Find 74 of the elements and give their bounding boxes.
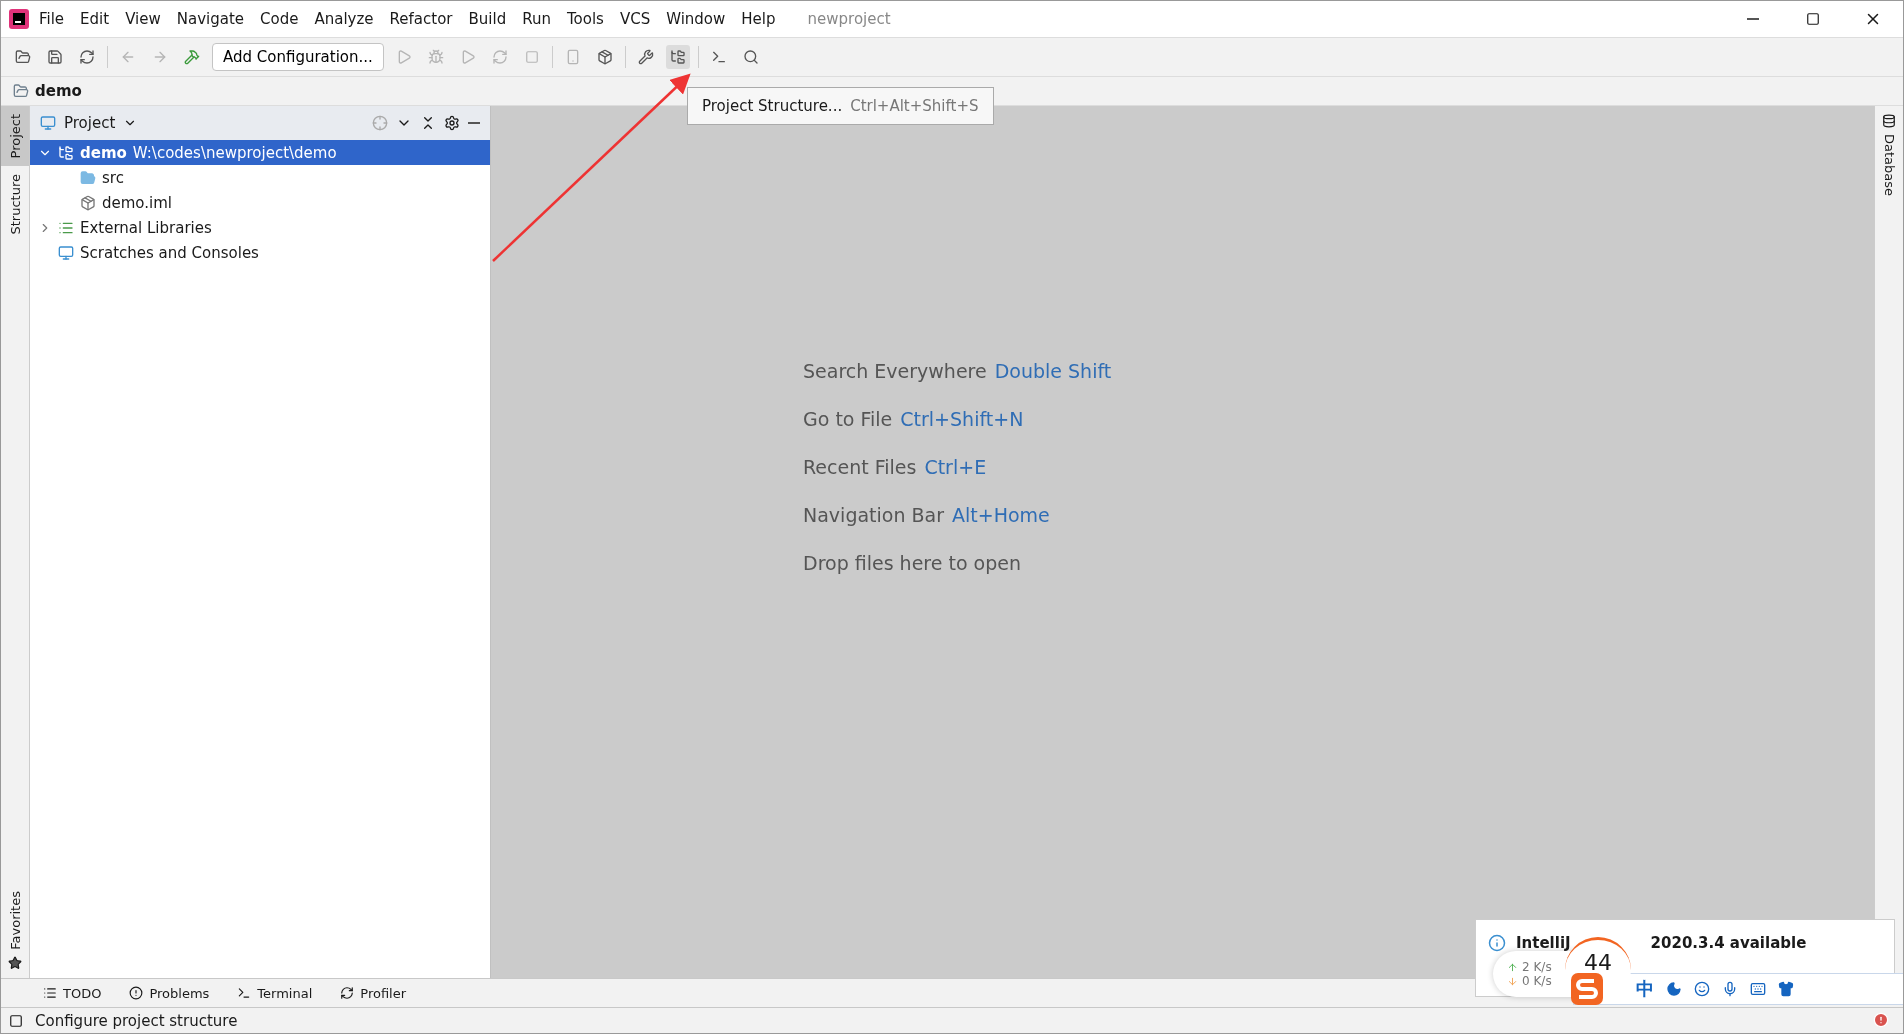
menu-item[interactable]: File <box>33 6 71 32</box>
down-arrow-icon <box>1507 975 1518 987</box>
tree-row[interactable]: External Libraries <box>30 215 490 240</box>
menu-item[interactable]: Navigate <box>170 6 251 32</box>
tool-tab[interactable]: Profiler <box>340 985 407 1001</box>
download-speed: 0 K/s <box>1522 974 1552 988</box>
side-tab[interactable]: Project <box>1 106 29 167</box>
module-path: W:\codes\newproject\demo <box>132 143 337 162</box>
moon-icon <box>1666 981 1682 997</box>
side-tab[interactable]: Favorites <box>1 883 29 978</box>
tree-row[interactable]: Scratches and Consoles <box>30 240 490 265</box>
up-arrow-icon <box>1507 961 1518 973</box>
menu-item[interactable]: Help <box>735 6 782 32</box>
menu-item[interactable]: Build <box>462 6 513 32</box>
editor-hint: Recent Files <box>803 456 917 478</box>
side-tab[interactable]: Structure <box>1 166 29 243</box>
menu-item[interactable]: Tools <box>560 6 610 32</box>
input-mode[interactable]: 中 <box>1636 977 1654 1001</box>
menu-item[interactable]: Edit <box>74 6 116 32</box>
tool-tab[interactable]: Terminal <box>237 985 313 1001</box>
menu-item[interactable]: Window <box>660 6 732 32</box>
menu-item[interactable]: View <box>119 6 167 32</box>
menu-item[interactable]: VCS <box>613 6 657 32</box>
editor-hint: Navigation Bar <box>803 504 944 526</box>
menu-item[interactable]: Run <box>516 6 557 32</box>
side-tab[interactable]: Database <box>1875 106 1903 205</box>
database-icon <box>1882 114 1896 128</box>
folder-icon <box>80 169 96 186</box>
app-logo-icon <box>9 9 29 29</box>
microphone-icon <box>1722 981 1738 997</box>
menu-item[interactable]: Analyze <box>308 6 380 32</box>
tree-item-label: src <box>102 168 124 187</box>
status-icon <box>9 1013 23 1028</box>
tree-row[interactable]: src <box>30 165 490 190</box>
editor-hint: Search Everywhere <box>803 360 987 382</box>
upload-speed: 2 K/s <box>1522 960 1552 974</box>
tree-item-label: External Libraries <box>80 218 212 237</box>
window-icon <box>40 115 56 131</box>
module-folder-icon <box>58 144 74 161</box>
scratches-icon <box>58 244 74 261</box>
editor-hint: Go to File <box>803 408 893 430</box>
star-icon <box>8 956 22 970</box>
project-title: newproject <box>807 10 891 28</box>
tree-item-label: demo <box>80 143 127 162</box>
tree-item-label: Scratches and Consoles <box>80 243 259 262</box>
editor-hint: Drop files here to open <box>803 552 1021 574</box>
menu-item[interactable]: Refactor <box>383 6 459 32</box>
tree-row[interactable]: demo.iml <box>30 190 490 215</box>
terminal-icon <box>237 986 252 1000</box>
panel-title[interactable]: Project <box>64 114 116 132</box>
maximize-icon[interactable] <box>1806 12 1820 26</box>
tooltip-label: Project Structure... <box>702 97 843 115</box>
info-icon <box>1488 934 1506 952</box>
menu-item[interactable]: Code <box>254 6 305 32</box>
configuration-button[interactable]: Add Configuration... <box>212 43 384 71</box>
status-message: Configure project structure <box>35 1011 238 1030</box>
tool-tab[interactable]: Problems <box>129 985 210 1001</box>
tree-item-label: demo.iml <box>102 193 172 212</box>
tree-row[interactable]: demo W:\codes\newproject\demo <box>30 140 490 165</box>
profiler-icon <box>340 986 355 1000</box>
shirt-icon <box>1778 981 1794 997</box>
list-icon <box>43 986 57 1000</box>
emoji-icon <box>1694 981 1710 997</box>
breadcrumb[interactable]: demo <box>35 82 82 100</box>
folder-icon <box>13 83 29 99</box>
locate-icon <box>372 115 388 131</box>
tooltip-shortcut: Ctrl+Alt+Shift+S <box>850 97 979 115</box>
keyboard-icon <box>1750 981 1766 997</box>
error-icon[interactable] <box>1873 1012 1889 1028</box>
project-structure-icon[interactable] <box>665 45 690 69</box>
settings-icon <box>444 115 460 131</box>
warning-icon <box>129 986 144 1000</box>
tool-tab[interactable]: TODO <box>43 985 102 1001</box>
notification-title: 2020.3.4 available <box>1650 934 1807 952</box>
